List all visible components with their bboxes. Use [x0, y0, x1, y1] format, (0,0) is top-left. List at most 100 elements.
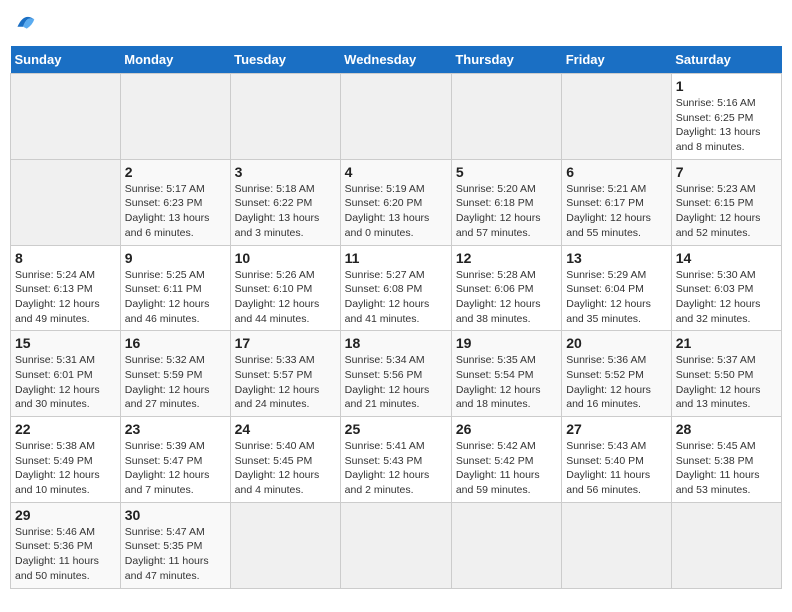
- calendar-cell: 20 Sunrise: 5:36 AMSunset: 5:52 PMDayligh…: [562, 331, 671, 417]
- calendar-cell: [230, 74, 340, 160]
- day-number: 27: [566, 421, 666, 437]
- day-info: Sunrise: 5:47 AMSunset: 5:35 PMDaylight:…: [125, 525, 226, 584]
- day-number: 30: [125, 507, 226, 523]
- day-info: Sunrise: 5:38 AMSunset: 5:49 PMDaylight:…: [15, 439, 116, 498]
- day-number: 25: [345, 421, 447, 437]
- day-number: 11: [345, 250, 447, 266]
- calendar-cell: 2 Sunrise: 5:17 AMSunset: 6:23 PMDaylight…: [120, 159, 230, 245]
- calendar-cell: 23 Sunrise: 5:39 AMSunset: 5:47 PMDayligh…: [120, 417, 230, 503]
- calendar-cell: 16 Sunrise: 5:32 AMSunset: 5:59 PMDayligh…: [120, 331, 230, 417]
- day-info: Sunrise: 5:20 AMSunset: 6:18 PMDaylight:…: [456, 182, 557, 241]
- calendar-cell: 27 Sunrise: 5:43 AMSunset: 5:40 PMDayligh…: [562, 417, 671, 503]
- day-info: Sunrise: 5:26 AMSunset: 6:10 PMDaylight:…: [235, 268, 336, 327]
- day-info: Sunrise: 5:29 AMSunset: 6:04 PMDaylight:…: [566, 268, 666, 327]
- calendar-cell: 30 Sunrise: 5:47 AMSunset: 5:35 PMDayligh…: [120, 502, 230, 588]
- day-info: Sunrise: 5:41 AMSunset: 5:43 PMDaylight:…: [345, 439, 447, 498]
- calendar-cell: [340, 502, 451, 588]
- calendar-cell: 14Sunrise: 5:30 AMSunset: 6:03 PMDayligh…: [671, 245, 781, 331]
- calendar-week-row: 22 Sunrise: 5:38 AMSunset: 5:49 PMDayligh…: [11, 417, 782, 503]
- day-number: 7: [676, 164, 777, 180]
- day-number: 12: [456, 250, 557, 266]
- calendar-table: SundayMondayTuesdayWednesdayThursdayFrid…: [10, 46, 782, 589]
- calendar-cell: 3Sunrise: 5:18 AMSunset: 6:22 PMDaylight…: [230, 159, 340, 245]
- day-info: Sunrise: 5:42 AMSunset: 5:42 PMDaylight:…: [456, 439, 557, 498]
- day-number: 5: [456, 164, 557, 180]
- calendar-week-row: 1Sunrise: 5:16 AMSunset: 6:25 PMDaylight…: [11, 74, 782, 160]
- calendar-cell: 1Sunrise: 5:16 AMSunset: 6:25 PMDaylight…: [671, 74, 781, 160]
- day-info: Sunrise: 5:39 AMSunset: 5:47 PMDaylight:…: [125, 439, 226, 498]
- calendar-cell: 11 Sunrise: 5:27 AMSunset: 6:08 PMDayligh…: [340, 245, 451, 331]
- day-number: 21: [676, 335, 777, 351]
- calendar-cell: 13 Sunrise: 5:29 AMSunset: 6:04 PMDayligh…: [562, 245, 671, 331]
- day-number: 4: [345, 164, 447, 180]
- day-info: Sunrise: 5:23 AMSunset: 6:15 PMDaylight:…: [676, 182, 777, 241]
- calendar-cell: 28Sunrise: 5:45 AMSunset: 5:38 PMDayligh…: [671, 417, 781, 503]
- calendar-cell: 25 Sunrise: 5:41 AMSunset: 5:43 PMDayligh…: [340, 417, 451, 503]
- day-number: 19: [456, 335, 557, 351]
- calendar-cell: [11, 159, 121, 245]
- day-of-week-header: Friday: [562, 46, 671, 74]
- day-info: Sunrise: 5:46 AMSunset: 5:36 PMDaylight:…: [15, 525, 116, 584]
- day-number: 8: [15, 250, 116, 266]
- day-number: 9: [125, 250, 226, 266]
- calendar-cell: 17Sunrise: 5:33 AMSunset: 5:57 PMDayligh…: [230, 331, 340, 417]
- calendar-cell: [340, 74, 451, 160]
- day-of-week-header: Saturday: [671, 46, 781, 74]
- calendar-cell: [671, 502, 781, 588]
- day-info: Sunrise: 5:40 AMSunset: 5:45 PMDaylight:…: [235, 439, 336, 498]
- calendar-week-row: 15 Sunrise: 5:31 AMSunset: 6:01 PMDayligh…: [11, 331, 782, 417]
- day-number: 13: [566, 250, 666, 266]
- day-info: Sunrise: 5:27 AMSunset: 6:08 PMDaylight:…: [345, 268, 447, 327]
- day-number: 10: [235, 250, 336, 266]
- calendar-cell: [451, 74, 561, 160]
- day-info: Sunrise: 5:37 AMSunset: 5:50 PMDaylight:…: [676, 353, 777, 412]
- day-number: 14: [676, 250, 777, 266]
- day-info: Sunrise: 5:34 AMSunset: 5:56 PMDaylight:…: [345, 353, 447, 412]
- calendar-cell: 24Sunrise: 5:40 AMSunset: 5:45 PMDayligh…: [230, 417, 340, 503]
- calendar-cell: 12 Sunrise: 5:28 AMSunset: 6:06 PMDayligh…: [451, 245, 561, 331]
- day-info: Sunrise: 5:31 AMSunset: 6:01 PMDaylight:…: [15, 353, 116, 412]
- logo-icon: [10, 10, 38, 38]
- day-number: 2: [125, 164, 226, 180]
- day-info: Sunrise: 5:35 AMSunset: 5:54 PMDaylight:…: [456, 353, 557, 412]
- page-header: [10, 10, 782, 38]
- day-number: 26: [456, 421, 557, 437]
- calendar-cell: 8 Sunrise: 5:24 AMSunset: 6:13 PMDaylight…: [11, 245, 121, 331]
- calendar-cell: 6 Sunrise: 5:21 AMSunset: 6:17 PMDaylight…: [562, 159, 671, 245]
- day-info: Sunrise: 5:32 AMSunset: 5:59 PMDaylight:…: [125, 353, 226, 412]
- calendar-cell: 22 Sunrise: 5:38 AMSunset: 5:49 PMDayligh…: [11, 417, 121, 503]
- logo: [10, 10, 42, 38]
- calendar-cell: 5 Sunrise: 5:20 AMSunset: 6:18 PMDaylight…: [451, 159, 561, 245]
- day-info: Sunrise: 5:18 AMSunset: 6:22 PMDaylight:…: [235, 182, 336, 241]
- calendar-cell: 7 Sunrise: 5:23 AMSunset: 6:15 PMDaylight…: [671, 159, 781, 245]
- calendar-cell: 4 Sunrise: 5:19 AMSunset: 6:20 PMDaylight…: [340, 159, 451, 245]
- day-number: 23: [125, 421, 226, 437]
- day-of-week-header: Wednesday: [340, 46, 451, 74]
- calendar-cell: 15 Sunrise: 5:31 AMSunset: 6:01 PMDayligh…: [11, 331, 121, 417]
- day-info: Sunrise: 5:17 AMSunset: 6:23 PMDaylight:…: [125, 182, 226, 241]
- calendar-cell: [451, 502, 561, 588]
- calendar-cell: [120, 74, 230, 160]
- day-info: Sunrise: 5:24 AMSunset: 6:13 PMDaylight:…: [15, 268, 116, 327]
- calendar-header-row: SundayMondayTuesdayWednesdayThursdayFrid…: [11, 46, 782, 74]
- calendar-cell: 29 Sunrise: 5:46 AMSunset: 5:36 PMDayligh…: [11, 502, 121, 588]
- day-info: Sunrise: 5:19 AMSunset: 6:20 PMDaylight:…: [345, 182, 447, 241]
- day-info: Sunrise: 5:28 AMSunset: 6:06 PMDaylight:…: [456, 268, 557, 327]
- day-number: 16: [125, 335, 226, 351]
- day-info: Sunrise: 5:36 AMSunset: 5:52 PMDaylight:…: [566, 353, 666, 412]
- day-info: Sunrise: 5:25 AMSunset: 6:11 PMDaylight:…: [125, 268, 226, 327]
- day-number: 15: [15, 335, 116, 351]
- day-info: Sunrise: 5:21 AMSunset: 6:17 PMDaylight:…: [566, 182, 666, 241]
- calendar-week-row: 8 Sunrise: 5:24 AMSunset: 6:13 PMDaylight…: [11, 245, 782, 331]
- day-number: 22: [15, 421, 116, 437]
- day-of-week-header: Sunday: [11, 46, 121, 74]
- day-number: 29: [15, 507, 116, 523]
- calendar-cell: [562, 74, 671, 160]
- calendar-week-row: 2 Sunrise: 5:17 AMSunset: 6:23 PMDaylight…: [11, 159, 782, 245]
- day-number: 20: [566, 335, 666, 351]
- day-number: 17: [235, 335, 336, 351]
- day-info: Sunrise: 5:45 AMSunset: 5:38 PMDaylight:…: [676, 439, 777, 498]
- day-number: 6: [566, 164, 666, 180]
- day-info: Sunrise: 5:43 AMSunset: 5:40 PMDaylight:…: [566, 439, 666, 498]
- calendar-cell: [11, 74, 121, 160]
